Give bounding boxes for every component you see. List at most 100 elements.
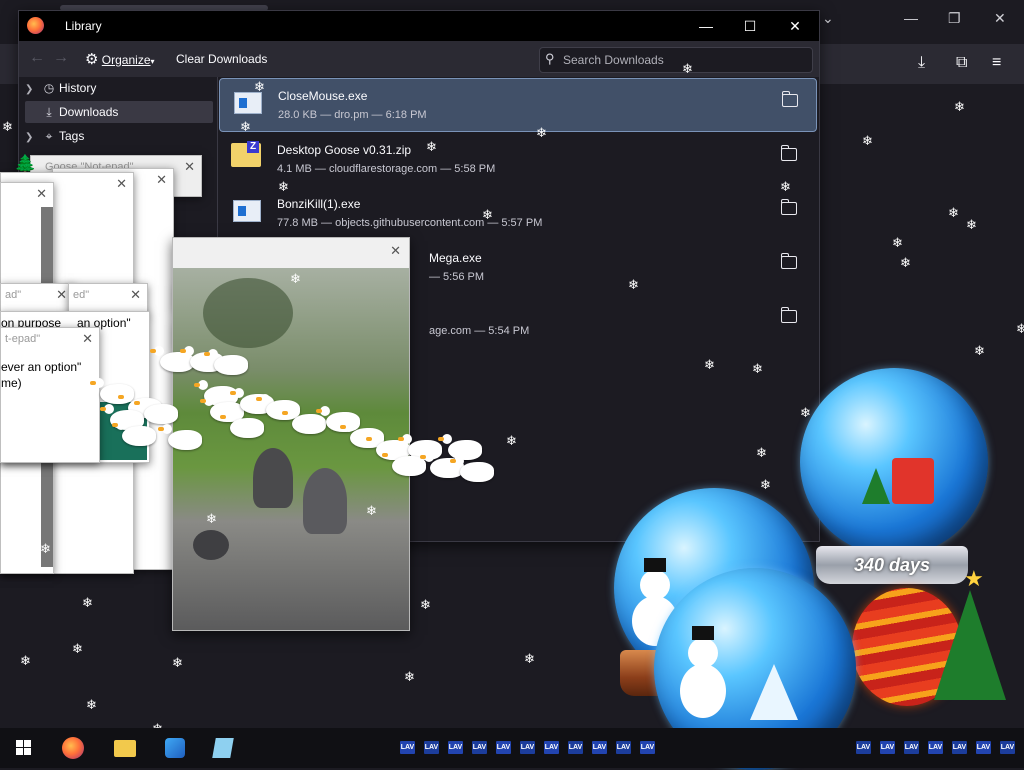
goose-sprite[interactable] [134,398,178,424]
download-row[interactable]: Z Desktop Goose v0.31.zip 4.1 MB — cloud… [219,133,815,185]
minimize-button[interactable]: — [691,15,721,37]
expand-chevron-icon[interactable]: ❯ [25,127,39,149]
close-icon[interactable]: ✕ [36,186,47,202]
snowflake-icon: ❄ [1016,321,1024,336]
goose-sprite[interactable] [282,408,326,434]
snowflake-icon: ❄ [172,655,183,670]
close-icon[interactable]: ✕ [994,10,1006,27]
menu-icon[interactable]: ≡ [992,54,1001,72]
folder-icon[interactable] [781,199,797,215]
goose-sprite[interactable] [382,450,426,476]
file-explorer-icon[interactable] [110,735,140,761]
download-row[interactable]: BonziKill(1).exe 77.8 MB — objects.githu… [219,187,815,239]
expand-chevron-icon[interactable]: ❯ [25,79,39,101]
snowflake-icon: ❄ [536,125,547,140]
lav-tray-icon[interactable]: LAV [1000,741,1015,754]
folder-icon[interactable] [781,253,797,269]
goose-sprite[interactable] [450,456,494,482]
clock-icon: ◷ [43,81,55,95]
organize-button[interactable]: ⚙ Organize▾ [85,50,155,68]
snowman-body [680,664,726,718]
lav-tray-icon[interactable]: LAV [640,741,655,754]
goose-sprite[interactable] [158,424,202,450]
tab-list-chevron-icon[interactable]: ⌄ [822,10,834,27]
firefox-icon[interactable] [58,735,88,761]
snowflake-icon: ❄ [800,405,811,420]
organize-label: Organize [101,53,151,67]
snowflake-icon: ❄ [254,79,265,94]
tree-shape [203,278,293,348]
zip-file-icon: Z [231,141,261,167]
goose-sprite[interactable] [204,349,248,375]
lav-tray-icon[interactable]: LAV [904,741,919,754]
extensions-icon[interactable]: ⧉ [956,54,967,72]
snowflake-icon: ❄ [948,205,959,220]
sidebar-item-tags[interactable]: ❯ ⌖ Tags [25,125,213,147]
lav-tray-icon[interactable]: LAV [400,741,415,754]
close-icon[interactable]: ✕ [56,287,67,303]
goose-notepad-window[interactable]: t-epad" ✕ ever an option" me) [0,327,100,463]
goose-sprite[interactable] [220,412,264,438]
snowflake-icon: ❄ [954,99,965,114]
notepad-icon[interactable] [208,735,238,761]
snowflake-icon: ❄ [862,133,873,148]
lav-tray-icon[interactable]: LAV [472,741,487,754]
snowflake-icon: ❄ [420,597,431,612]
minimize-icon[interactable]: — [904,10,918,26]
notepad-text: ever an option" [1,360,82,374]
close-button[interactable]: ✕ [780,15,810,37]
lav-tray-icon[interactable]: LAV [616,741,631,754]
snowflake-icon: ❄ [760,477,771,492]
restore-icon[interactable]: ❐ [948,10,961,27]
close-icon[interactable]: ✕ [82,331,93,347]
snowflake-icon: ❄ [892,235,903,250]
close-icon[interactable]: ✕ [156,172,167,188]
folder-icon[interactable] [781,307,797,323]
snowflake-icon: ❄ [82,595,93,610]
downloads-icon[interactable]: ⤓ [918,54,925,72]
snowflake-icon: ❄ [40,541,51,556]
lav-tray-icon[interactable]: LAV [568,741,583,754]
snowflake-icon: ❄ [966,217,977,232]
clear-downloads-button[interactable]: Clear Downloads [176,52,267,66]
close-icon[interactable]: ✕ [130,287,141,303]
close-icon[interactable]: ✕ [184,159,195,175]
sidebar-item-history[interactable]: ❯ ◷ History [25,77,213,99]
lav-tray-icon[interactable]: LAV [520,741,535,754]
goose-sprite[interactable] [316,406,360,432]
maximize-button[interactable]: ☐ [735,15,765,37]
star-icon: ★ [964,566,984,591]
window-title: t-epad" [5,333,41,345]
lav-tray-icon[interactable]: LAV [544,741,559,754]
snowflake-icon: ❄ [426,139,437,154]
folder-icon[interactable] [781,145,797,161]
lav-tray-icon[interactable]: LAV [592,741,607,754]
folder-icon[interactable] [782,91,798,107]
snowflake-icon: ❄ [704,357,715,372]
lav-tray-icon[interactable]: LAV [952,741,967,754]
lav-tray-icon[interactable]: LAV [976,741,991,754]
close-icon[interactable]: ✕ [116,176,127,192]
app-icon[interactable] [160,735,190,761]
forward-arrow-icon[interactable]: → [53,49,69,67]
pigeons-photo [173,268,409,630]
back-arrow-icon[interactable]: ← [29,49,45,67]
goose-sprite[interactable] [112,420,156,446]
lav-tray-icon[interactable]: LAV [880,741,895,754]
download-row[interactable]: CloseMouse.exe 28.0 KB — dro.pm — 6:18 P… [219,78,817,132]
lav-tray-icon[interactable]: LAV [856,741,871,754]
windows-start-button[interactable] [8,734,38,762]
sidebar-item-downloads[interactable]: ⤓ Downloads [25,101,213,123]
snowflake-icon: ❄ [206,511,217,526]
lav-tray-icon[interactable]: LAV [496,741,511,754]
close-icon[interactable]: ✕ [390,243,401,259]
snowflake-icon: ❄ [506,433,517,448]
snowflake-icon: ❄ [780,179,791,194]
goose-sprite[interactable] [438,434,482,460]
lav-tray-icon[interactable]: LAV [448,741,463,754]
gear-icon: ⚙ [85,51,99,68]
lav-tray-icon[interactable]: LAV [928,741,943,754]
snowflake-icon: ❄ [404,669,415,684]
chevron-down-icon: ▾ [150,57,155,66]
lav-tray-icon[interactable]: LAV [424,741,439,754]
